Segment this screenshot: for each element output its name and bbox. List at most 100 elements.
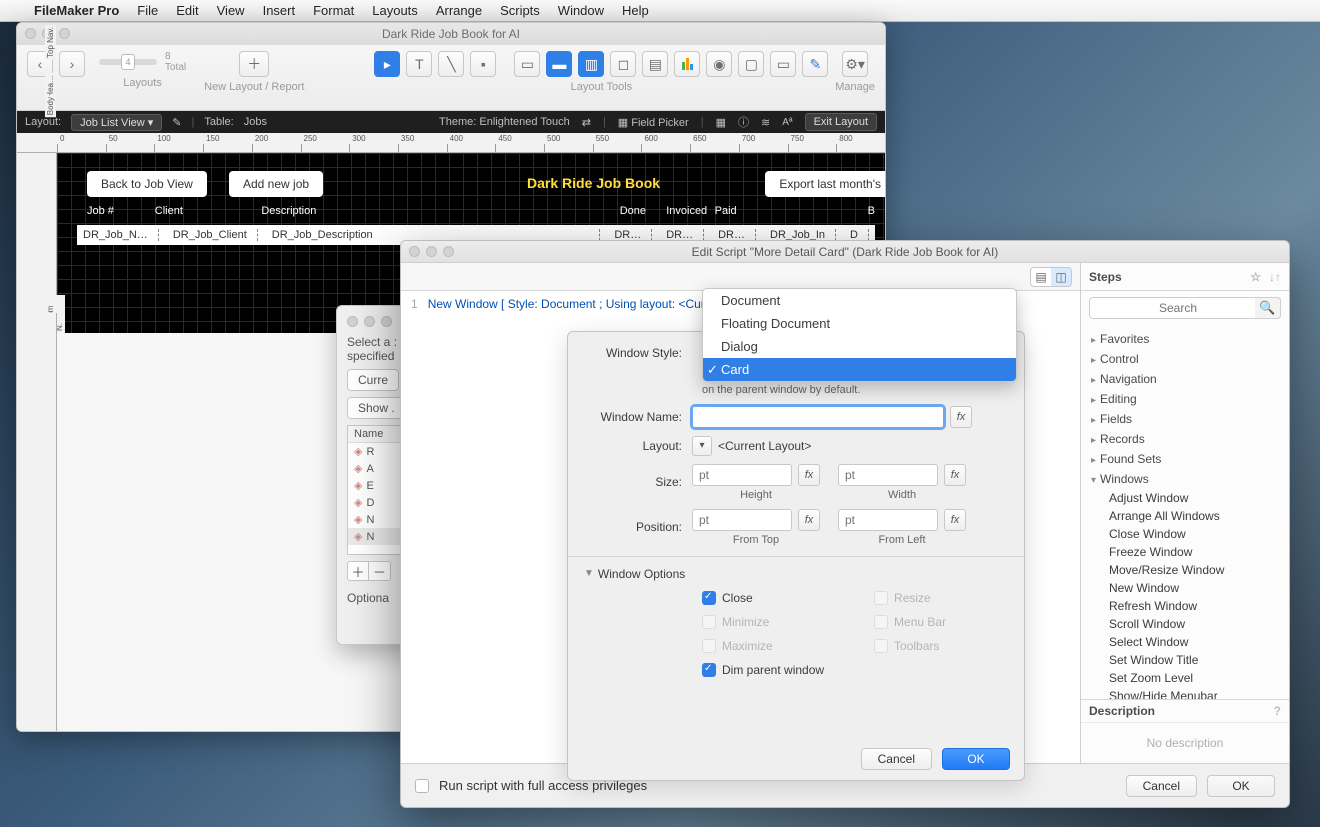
field-tool-icon[interactable]: ▭ — [514, 51, 540, 77]
dropdown-item-floating[interactable]: Floating Document — [703, 312, 1016, 335]
back-button[interactable]: Back to Job View — [87, 171, 207, 197]
menu-format[interactable]: Format — [313, 3, 354, 18]
step-item[interactable]: Move/Resize Window — [1081, 561, 1289, 579]
popover-tool-icon[interactable]: ▢ — [738, 51, 764, 77]
category-editing[interactable]: Editing — [1081, 389, 1289, 409]
next-record-button[interactable]: › — [59, 51, 85, 77]
menu-window[interactable]: Window — [558, 3, 604, 18]
category-favorites[interactable]: Favorites — [1081, 329, 1289, 349]
current-button[interactable]: Curre — [347, 369, 399, 391]
layout-selector[interactable]: Job List View ▾ — [71, 114, 162, 131]
category-windows[interactable]: Windows — [1081, 469, 1289, 489]
line-tool-icon[interactable]: ╲ — [438, 51, 464, 77]
fx-button[interactable]: fx — [798, 464, 820, 486]
field-picker-button[interactable]: ▦ Field Picker — [618, 116, 689, 129]
ok-button[interactable]: OK — [942, 748, 1010, 770]
slide-tool-icon[interactable]: ▭ — [770, 51, 796, 77]
menu-help[interactable]: Help — [622, 3, 649, 18]
stack-icon[interactable]: ≋ — [761, 116, 770, 129]
menu-scripts[interactable]: Scripts — [500, 3, 540, 18]
step-item[interactable]: Set Zoom Level — [1081, 669, 1289, 687]
add-button[interactable]: ＋ — [347, 561, 369, 581]
cancel-button[interactable]: Cancel — [861, 748, 932, 770]
step-item[interactable]: Freeze Window — [1081, 543, 1289, 561]
ok-button[interactable]: OK — [1207, 775, 1275, 797]
aa-icon[interactable]: Aª — [782, 117, 792, 128]
step-item[interactable]: Show/Hide Menubar — [1081, 687, 1289, 699]
pencil-icon[interactable]: ✎ — [172, 116, 181, 129]
horizontal-ruler — [17, 133, 885, 153]
buttonbar-tool-icon[interactable]: ▥ — [578, 51, 604, 77]
layout-dropdown[interactable]: ▾ — [692, 436, 712, 456]
portal-tool-icon[interactable]: ▤ — [642, 51, 668, 77]
rectangle-tool-icon[interactable]: ▪ — [470, 51, 496, 77]
export-button[interactable]: Export last month's — [765, 171, 886, 197]
tab-tool-icon[interactable]: ◻ — [610, 51, 636, 77]
split-view-icon[interactable]: ◫ — [1051, 268, 1071, 286]
fx-button[interactable]: fx — [944, 509, 966, 531]
window-controls[interactable] — [409, 246, 454, 257]
view-segmented[interactable]: ▤ ◫ — [1030, 267, 1072, 287]
step-item[interactable]: Scroll Window — [1081, 615, 1289, 633]
add-job-button[interactable]: Add new job — [229, 171, 323, 197]
fx-button[interactable]: fx — [950, 406, 972, 428]
help-icon[interactable]: ? — [1274, 704, 1281, 718]
exit-layout-button[interactable]: Exit Layout — [805, 113, 877, 131]
grid-icon[interactable]: ▦ — [716, 116, 726, 129]
left-input[interactable] — [838, 509, 938, 531]
new-layout-button[interactable]: ＋ — [239, 51, 269, 77]
favorite-icon[interactable]: ☆ — [1250, 270, 1261, 284]
dim-checkbox[interactable] — [702, 663, 716, 677]
step-item[interactable]: New Window — [1081, 579, 1289, 597]
step-item[interactable]: Select Window — [1081, 633, 1289, 651]
step-item[interactable]: Close Window — [1081, 525, 1289, 543]
window-style-dropdown[interactable]: Document Floating Document Dialog Card — [702, 288, 1017, 382]
dropdown-item-document[interactable]: Document — [703, 289, 1016, 312]
sort-icon[interactable]: ↓↑ — [1269, 270, 1281, 284]
theme-swap-icon[interactable]: ⇄ — [582, 116, 591, 129]
format-painter-icon[interactable]: ✎ — [802, 51, 828, 77]
step-item[interactable]: Set Window Title — [1081, 651, 1289, 669]
dropdown-item-dialog[interactable]: Dialog — [703, 335, 1016, 358]
layout-tools-label: Layout Tools — [571, 81, 633, 93]
close-checkbox[interactable] — [702, 591, 716, 605]
step-item[interactable]: Adjust Window — [1081, 489, 1289, 507]
menu-file[interactable]: File — [137, 3, 158, 18]
remove-button[interactable]: － — [369, 561, 391, 581]
disclosure-icon[interactable]: ▼ — [584, 568, 594, 579]
category-fields[interactable]: Fields — [1081, 409, 1289, 429]
info-icon[interactable]: ⓘ — [738, 114, 749, 130]
category-foundsets[interactable]: Found Sets — [1081, 449, 1289, 469]
category-records[interactable]: Records — [1081, 429, 1289, 449]
step-item[interactable]: Arrange All Windows — [1081, 507, 1289, 525]
step-item[interactable]: Refresh Window — [1081, 597, 1289, 615]
list-view-icon[interactable]: ▤ — [1031, 268, 1051, 286]
selection-tool-icon[interactable]: ▸ — [374, 51, 400, 77]
button-tool-icon[interactable]: ▬ — [546, 51, 572, 77]
menu-layouts[interactable]: Layouts — [372, 3, 418, 18]
fx-button[interactable]: fx — [798, 509, 820, 531]
window-name-input[interactable] — [692, 406, 944, 428]
menu-edit[interactable]: Edit — [176, 3, 198, 18]
top-input[interactable] — [692, 509, 792, 531]
record-slider[interactable]: 4 — [121, 54, 135, 70]
menu-insert[interactable]: Insert — [263, 3, 296, 18]
app-menu[interactable]: FileMaker Pro — [34, 3, 119, 18]
category-control[interactable]: Control — [1081, 349, 1289, 369]
text-tool-icon[interactable]: T — [406, 51, 432, 77]
search-icon[interactable]: 🔍 — [1255, 297, 1281, 319]
category-navigation[interactable]: Navigation — [1081, 369, 1289, 389]
fx-button[interactable]: fx — [944, 464, 966, 486]
height-input[interactable] — [692, 464, 792, 486]
show-button[interactable]: Show . — [347, 397, 406, 419]
steps-search-input[interactable] — [1089, 297, 1281, 319]
chart-tool-icon[interactable] — [674, 51, 700, 77]
manage-gear-icon[interactable]: ⚙︎▾ — [842, 51, 868, 77]
menu-view[interactable]: View — [217, 3, 245, 18]
full-access-checkbox[interactable] — [415, 779, 429, 793]
width-input[interactable] — [838, 464, 938, 486]
webviewer-tool-icon[interactable]: ◉ — [706, 51, 732, 77]
dropdown-item-card[interactable]: Card — [703, 358, 1016, 381]
cancel-button[interactable]: Cancel — [1126, 775, 1197, 797]
menu-arrange[interactable]: Arrange — [436, 3, 482, 18]
